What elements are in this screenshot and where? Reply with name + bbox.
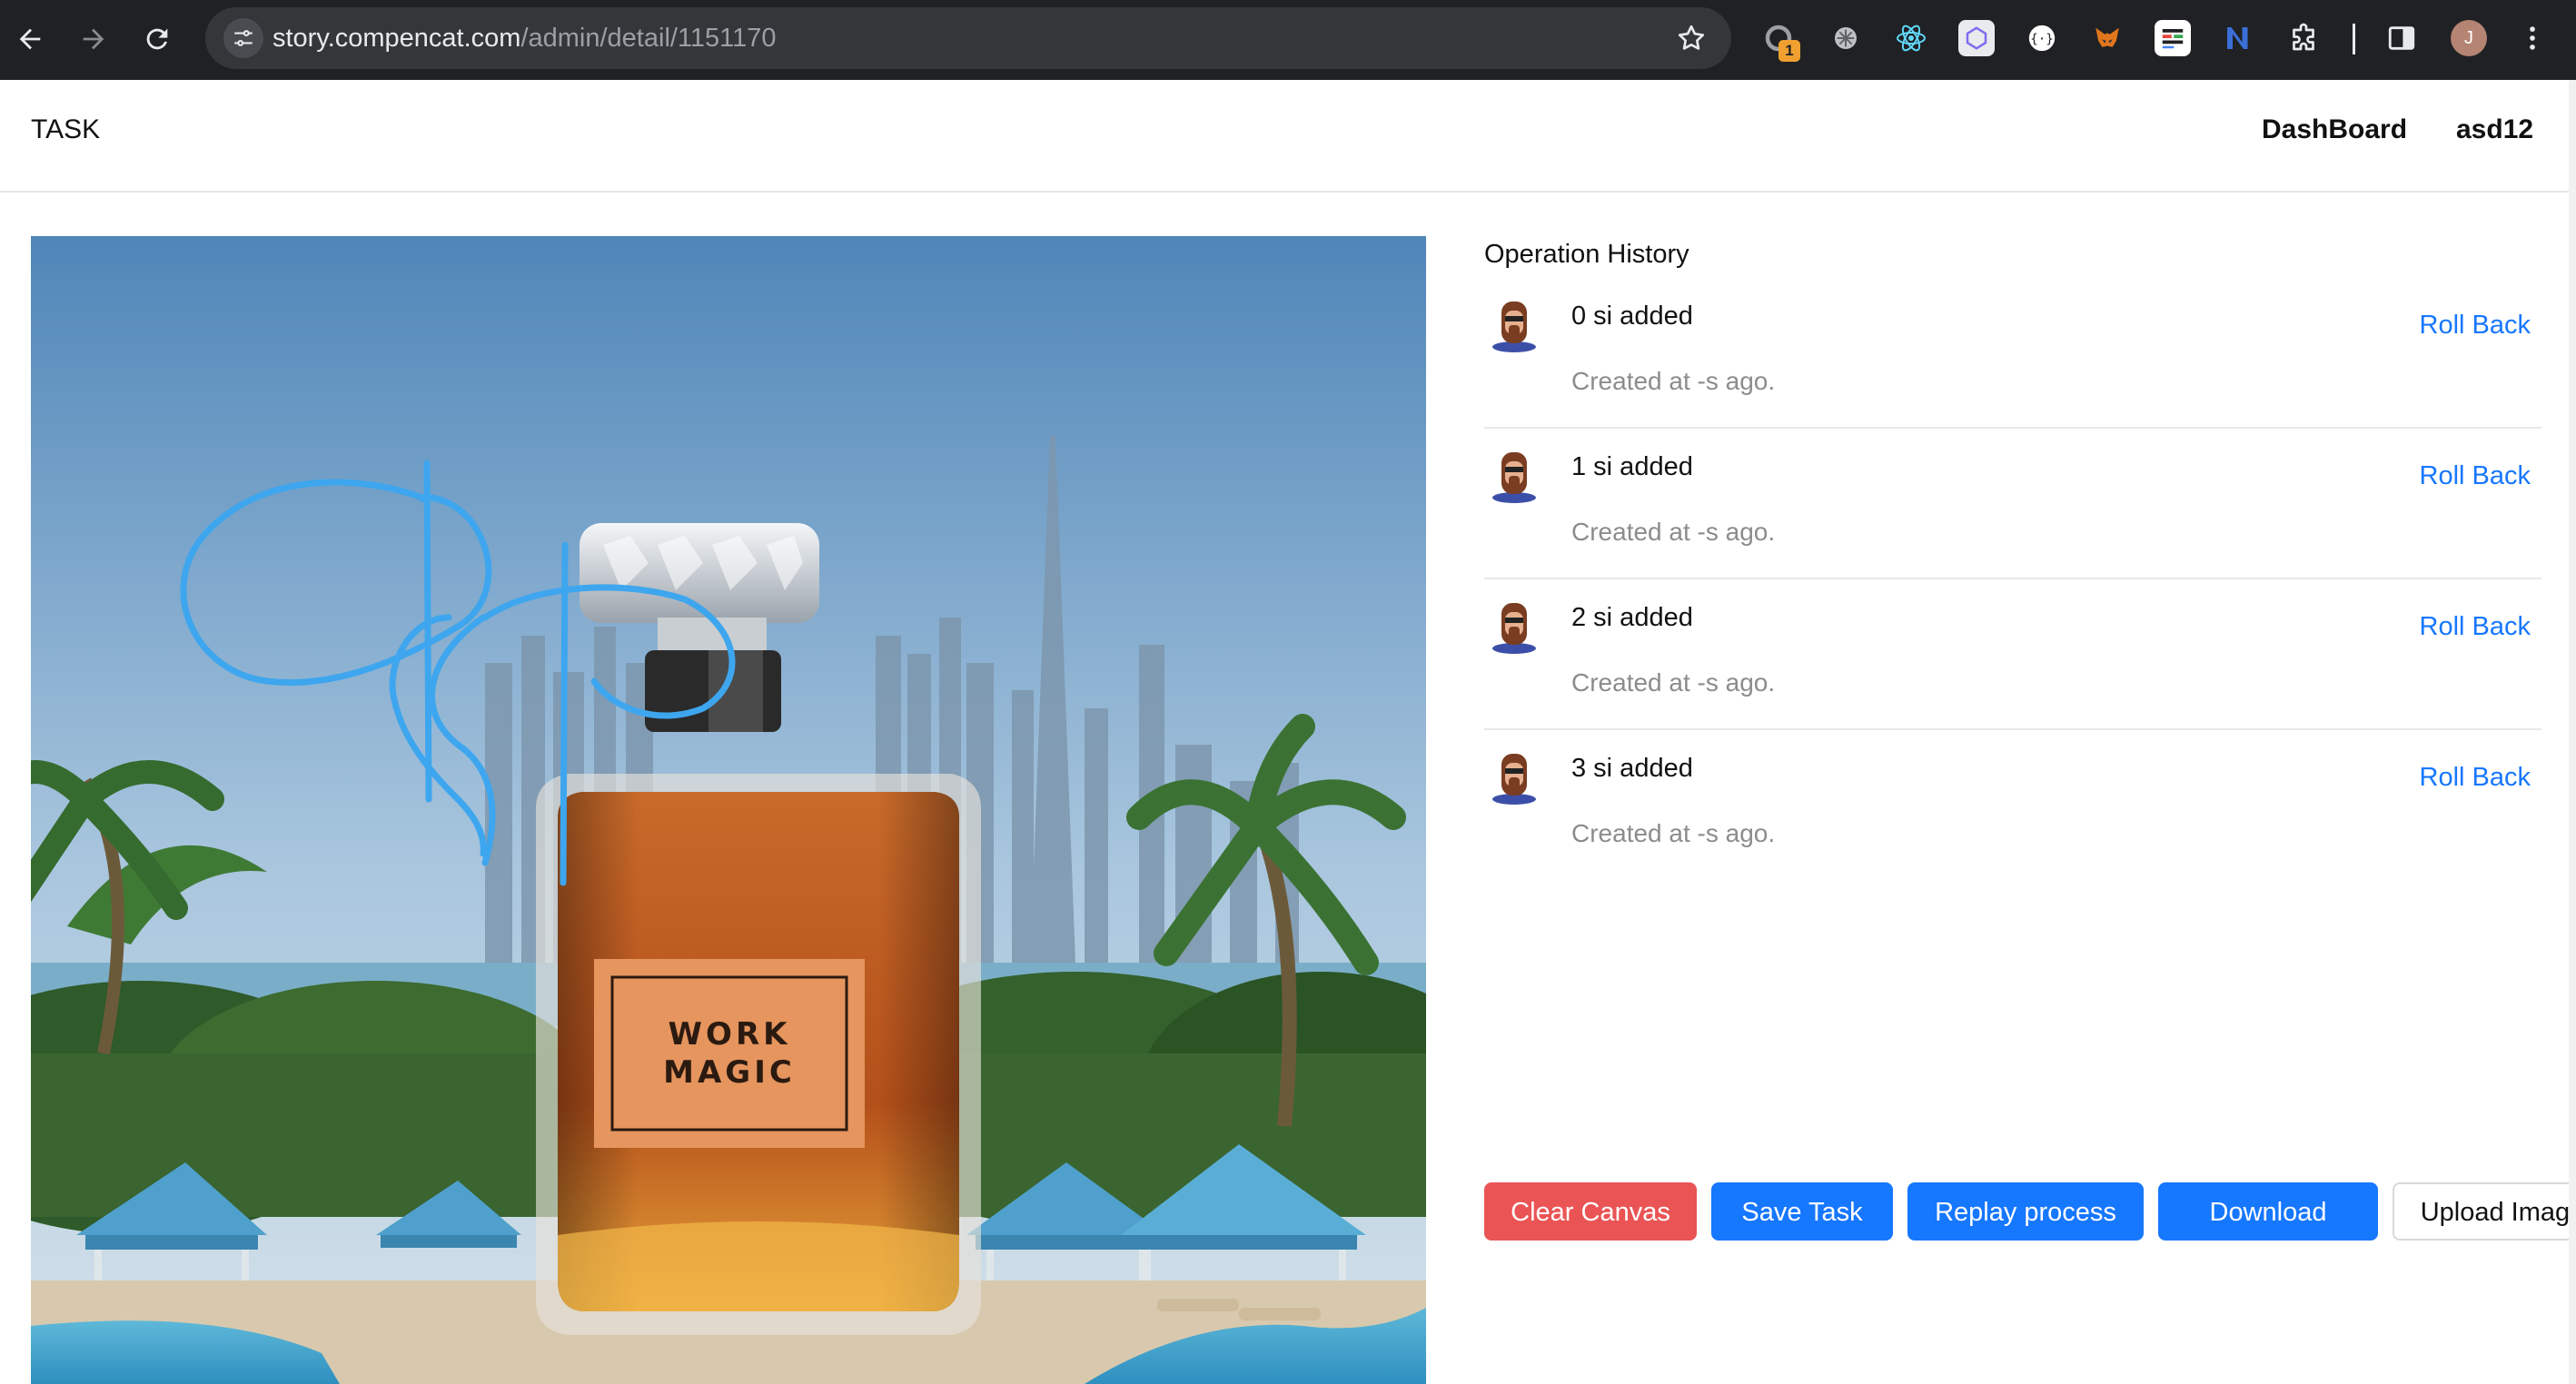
nav-dashboard-link[interactable]: DashBoard <box>2262 114 2407 145</box>
stroke-1 <box>423 460 432 803</box>
history-item: 2 si added Created at -s ago. Roll Back <box>1484 579 2541 730</box>
history-item-time: Created at -s ago. <box>1571 367 1776 395</box>
history-item: 1 si added Created at -s ago. Roll Back <box>1484 429 2541 579</box>
extension-grammar-icon[interactable]: 1 <box>1760 20 1800 62</box>
operation-history-list: 0 si added Created at -s ago. Roll Back … <box>1484 278 2541 881</box>
url-host: story.compencat.com <box>272 24 521 53</box>
history-item-title: 1 si added <box>1571 452 1693 481</box>
app-header: TASK DashBoard asd12 <box>0 80 2576 193</box>
bookmark-star-icon[interactable] <box>1675 22 1708 54</box>
back-arrow-icon[interactable] <box>5 15 54 64</box>
extension-graphql-icon[interactable] <box>1958 20 1995 56</box>
history-item-title: 2 si added <box>1571 603 1693 632</box>
nav-user-link[interactable]: asd12 <box>2456 114 2533 145</box>
side-panel-icon[interactable] <box>2383 20 2420 56</box>
reload-icon[interactable] <box>133 15 182 64</box>
browser-toolbar: story.compencat.com/admin/detail/1151170… <box>0 0 2576 80</box>
user-avatar-icon <box>1492 603 1536 654</box>
history-item-time: Created at -s ago. <box>1571 819 1776 847</box>
replay-process-button[interactable]: Replay process <box>1907 1182 2144 1241</box>
extension-json-icon[interactable]: {·} <box>2024 20 2060 56</box>
site-info-icon[interactable] <box>223 18 263 58</box>
history-item-title: 0 si added <box>1571 302 1693 331</box>
user-avatar-icon <box>1492 452 1536 503</box>
bottle-label-line2: MAGIC <box>663 1054 796 1091</box>
url-text: story.compencat.com/admin/detail/1151170 <box>272 7 777 69</box>
canvas-image[interactable]: WORK MAGIC <box>31 236 1426 1384</box>
brand-title[interactable]: TASK <box>31 114 100 145</box>
toolbar-divider <box>2353 24 2355 54</box>
roll-back-link[interactable]: Roll Back <box>2420 612 2531 642</box>
svg-text:{·}: {·} <box>2030 33 2054 47</box>
history-item-title: 3 si added <box>1571 754 1693 783</box>
url-path: /admin/detail/1151170 <box>520 24 777 53</box>
save-task-button[interactable]: Save Task <box>1711 1182 1893 1241</box>
user-avatar-icon <box>1492 302 1536 352</box>
user-avatar-icon <box>1492 754 1536 805</box>
extension-dashboard-icon[interactable] <box>2155 20 2191 56</box>
history-item-time: Created at -s ago. <box>1571 668 1776 697</box>
drawing-canvas[interactable]: WORK MAGIC <box>31 236 1426 1384</box>
extension-openai-icon[interactable] <box>1828 20 1864 56</box>
history-item: 0 si added Created at -s ago. Roll Back <box>1484 278 2541 429</box>
extension-react-icon[interactable] <box>1893 20 1929 56</box>
address-bar[interactable]: story.compencat.com/admin/detail/1151170 <box>205 7 1731 69</box>
extension-badge: 1 <box>1778 40 1800 62</box>
profile-avatar[interactable]: J <box>2451 20 2487 56</box>
history-item-time: Created at -s ago. <box>1571 518 1776 546</box>
stroke-5 <box>560 541 569 886</box>
roll-back-link[interactable]: Roll Back <box>2420 763 2531 793</box>
clear-canvas-button[interactable]: Clear Canvas <box>1484 1182 1697 1241</box>
extension-n-icon[interactable] <box>2220 20 2256 56</box>
roll-back-link[interactable]: Roll Back <box>2420 461 2531 491</box>
operation-history-title: Operation History <box>1484 240 1689 269</box>
upload-image-button[interactable]: Upload Image <box>2393 1182 2576 1241</box>
page-scrollbar[interactable] <box>2569 80 2576 1384</box>
download-button[interactable]: Download <box>2158 1182 2378 1241</box>
bottle-label-line1: WORK <box>669 1016 791 1053</box>
history-item: 3 si added Created at -s ago. Roll Back <box>1484 730 2541 881</box>
kebab-menu-icon[interactable] <box>2514 20 2551 56</box>
roll-back-link[interactable]: Roll Back <box>2420 311 2531 341</box>
extension-metamask-icon[interactable] <box>2089 20 2125 56</box>
extensions-puzzle-icon[interactable] <box>2285 20 2322 56</box>
forward-arrow-icon[interactable] <box>69 15 118 64</box>
